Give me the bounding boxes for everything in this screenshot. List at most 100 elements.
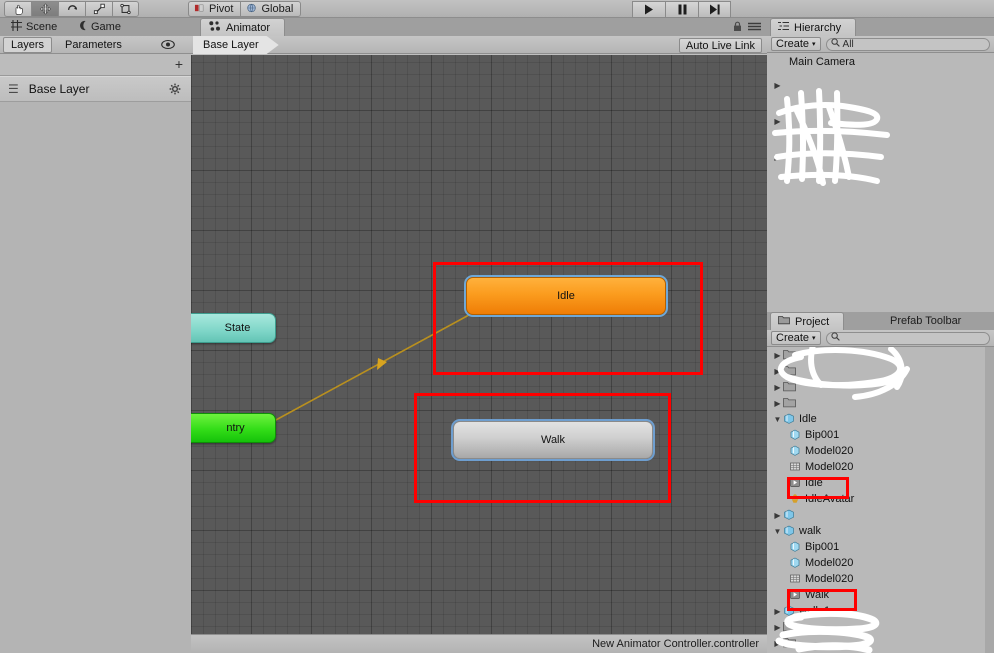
scene-game-tabrow: Scene Game [0,18,191,36]
hierarchy-item-main-camera[interactable]: Main Camera [767,53,994,69]
hierarchy-create-button[interactable]: Create ▾ [771,37,821,51]
project-row-17[interactable]: ▶ [767,619,994,635]
project-row-idle-clip[interactable]: Idle [767,475,994,491]
add-layer-button[interactable]: + [175,57,183,71]
menu-icon[interactable] [748,21,761,35]
project-row-label: Model020 [805,573,854,585]
project-row-idle-avatar[interactable]: IdleAvatar [767,491,994,507]
expand-arrow-icon[interactable]: ▶ [772,399,783,408]
project-row-idle-bip001[interactable]: Bip001 [767,427,994,443]
project-folder-icon [778,315,790,328]
expand-arrow-icon[interactable]: ▶ [772,367,783,376]
project-row-1[interactable]: ▶ [767,363,994,379]
tab-animator[interactable]: Animator [200,18,286,36]
pause-button[interactable] [665,1,698,18]
game-icon [77,20,87,34]
project-tree[interactable]: ▶ ▶ ▶ ▶ ▼ Idle Bip001 Model020 Model020 … [767,347,994,653]
animator-tabrow: Animator [191,18,767,36]
hierarchy-search-input[interactable]: All [825,37,990,51]
scale-tool[interactable] [85,1,112,17]
model-icon [783,509,796,521]
state-node-any-state[interactable]: State [191,313,276,343]
tab-game[interactable]: Game [70,18,130,36]
tab-scene[interactable]: Scene [4,18,66,36]
subtab-layers-label: Layers [11,39,45,51]
subtab-parameters[interactable]: Parameters [57,37,130,53]
state-node-idle[interactable]: Idle [464,275,668,317]
scene-icon [11,20,22,34]
lock-icon[interactable] [732,21,743,35]
project-row-idle-model[interactable]: ▼ Idle [767,411,994,427]
gear-icon[interactable] [169,83,181,98]
global-button[interactable]: Global [240,1,302,17]
hand-tool[interactable] [4,1,31,17]
project-row-18[interactable]: ▶ [767,635,994,651]
expand-arrow-icon[interactable]: ▶ [772,639,783,648]
project-create-button[interactable]: Create ▾ [771,331,821,345]
hierarchy-item-redacted-1[interactable]: ▶ [767,77,994,93]
project-row-walk-bip001[interactable]: Bip001 [767,539,994,555]
project-row-walk-clip[interactable]: Walk [767,587,994,603]
mesh-icon [789,461,802,473]
tab-prefab-toolbar[interactable]: Prefab Toolbar [880,312,971,330]
expand-arrow-icon[interactable]: ▶ [772,351,783,360]
project-row-2[interactable]: ▶ [767,379,994,395]
project-scrollbar[interactable] [985,347,994,653]
drag-handle-icon: ☰ [8,82,19,96]
expand-arrow-icon[interactable]: ▶ [772,117,783,126]
expand-arrow-icon[interactable]: ▶ [772,607,783,616]
pivot-rotation-group: Pivot Global [188,1,302,17]
animator-state-graph[interactable]: State ntry Idle Walk [191,55,767,651]
folder-icon [783,637,796,649]
step-button[interactable] [698,1,731,18]
collapse-arrow-icon[interactable]: ▼ [772,415,783,424]
tab-hierarchy[interactable]: Hierarchy [770,18,857,36]
eye-icon[interactable] [161,39,175,53]
state-node-entry[interactable]: ntry [191,413,276,443]
project-row-idle-model020-mesh[interactable]: Model020 [767,459,994,475]
hierarchy-icon [778,21,789,35]
hierarchy-tree[interactable]: Main Camera ▶ ▶ ▶ [767,53,994,312]
subtab-layers[interactable]: Layers [3,37,53,53]
project-row-3[interactable]: ▶ [767,395,994,411]
project-search-input[interactable] [825,331,990,345]
project-row-walk-model020-mesh[interactable]: Model020 [767,571,994,587]
expand-arrow-icon[interactable]: ▶ [772,383,783,392]
tab-prefab-toolbar-label: Prefab Toolbar [890,315,962,327]
play-button[interactable] [632,1,665,18]
folder-icon [783,381,796,393]
project-row-walk-model020-prefab[interactable]: Model020 [767,555,994,571]
project-row-walk1-model[interactable]: ▶ walk 1 [767,603,994,619]
pivot-button[interactable]: Pivot [188,1,241,17]
auto-live-link-button[interactable]: Auto Live Link [678,38,762,53]
move-tool[interactable] [31,1,58,17]
layer-add-bar: + [0,54,191,76]
transform-tools [4,1,139,17]
chevron-down-icon: ▾ [812,335,816,342]
model-icon [783,525,796,537]
hierarchy-item-redacted-3[interactable]: ▶ [767,149,994,165]
expand-arrow-icon[interactable]: ▶ [772,511,783,520]
tab-project-label: Project [795,315,830,328]
collapse-arrow-icon[interactable]: ▼ [772,527,783,536]
animation-clip-icon [789,589,802,601]
folder-icon [783,397,796,409]
breadcrumb[interactable]: Base Layer [193,36,279,54]
project-toolbar: Create ▾ [767,330,994,347]
project-row-idle-model020-prefab[interactable]: Model020 [767,443,994,459]
rotate-tool[interactable] [58,1,85,17]
prefab-icon [789,429,802,441]
expand-arrow-icon[interactable]: ▶ [772,623,783,632]
rect-tool[interactable] [112,1,139,17]
tab-project[interactable]: Project [770,312,845,330]
project-row-redacted-model[interactable]: ▶ [767,507,994,523]
project-row-walk-model[interactable]: ▼ walk [767,523,994,539]
layer-row-base[interactable]: ☰ Base Layer [0,76,191,102]
project-row-0[interactable]: ▶ [767,347,994,363]
project-row-label: walk 1 [799,605,831,617]
expand-arrow-icon[interactable]: ▶ [772,153,783,162]
expand-arrow-icon[interactable]: ▶ [772,81,783,90]
hierarchy-item-redacted-2[interactable]: ▶ [767,113,994,129]
state-node-walk[interactable]: Walk [451,419,655,461]
model-icon [783,605,796,617]
